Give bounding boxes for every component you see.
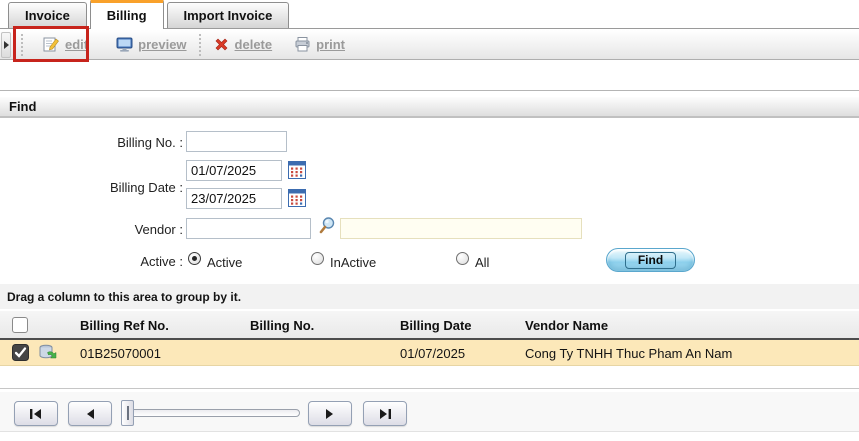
delete-button[interactable]: delete: [207, 34, 279, 55]
pager-next-button[interactable]: [308, 401, 352, 426]
grid-bottom-border: [0, 388, 859, 389]
billing-no-label: Billing No. :: [0, 135, 183, 150]
tab-invoice[interactable]: Invoice: [8, 2, 87, 28]
first-page-icon: [29, 409, 43, 419]
billing-no-input[interactable]: [186, 131, 287, 152]
column-header-billing-no[interactable]: Billing No.: [250, 318, 314, 333]
radio-all-label: All: [475, 255, 489, 270]
billing-date-to-input[interactable]: [186, 188, 282, 209]
billing-ref-no-cell: 01B25070001: [80, 346, 161, 361]
last-page-icon: [378, 409, 392, 419]
vendor-search-button[interactable]: [318, 216, 337, 235]
toolbar-grip[interactable]: [1, 32, 11, 58]
calendar-icon: [288, 189, 306, 207]
edit-button[interactable]: edit: [37, 34, 94, 55]
vendor-name-cell: Cong Ty TNHH Thuc Pham An Nam: [525, 346, 732, 361]
toolbar-separator: [21, 34, 23, 56]
column-header-billing-ref-no[interactable]: Billing Ref No.: [80, 318, 169, 333]
find-section-border: [0, 90, 859, 91]
print-button[interactable]: print: [288, 34, 351, 55]
group-by-hint: Drag a column to this area to group by i…: [7, 290, 241, 304]
delete-button-label: delete: [235, 37, 273, 52]
vendor-code-input[interactable]: [186, 218, 311, 239]
find-panel-header: Find: [0, 97, 859, 118]
tab-import-invoice[interactable]: Import Invoice: [167, 2, 290, 28]
active-label: Active :: [0, 254, 183, 269]
calendar-from-button[interactable]: [288, 161, 306, 179]
select-all-checkbox[interactable]: [12, 317, 28, 333]
toolbar-separator: [199, 34, 201, 56]
row-select-button[interactable]: [38, 343, 57, 362]
pager-last-button[interactable]: [363, 401, 407, 426]
column-header-vendor-name[interactable]: Vendor Name: [525, 318, 608, 333]
tab-billing[interactable]: Billing: [90, 0, 164, 29]
magnifier-icon: [318, 216, 337, 235]
tab-billing-label: Billing: [107, 8, 147, 23]
edit-button-label: edit: [65, 37, 88, 52]
preview-button[interactable]: preview: [110, 34, 192, 55]
find-button[interactable]: Find: [606, 248, 695, 272]
radio-inactive-label: InActive: [330, 255, 376, 270]
row-checkbox[interactable]: [12, 344, 29, 361]
radio-inactive[interactable]: [311, 252, 324, 265]
find-button-label: Find: [625, 252, 676, 269]
preview-button-label: preview: [138, 37, 186, 52]
tab-import-invoice-label: Import Invoice: [184, 8, 273, 23]
tab-strip: Invoice Billing Import Invoice: [0, 0, 859, 29]
preview-icon: [116, 36, 133, 53]
billing-date-from-input[interactable]: [186, 160, 282, 181]
pager-first-button[interactable]: [14, 401, 58, 426]
checkbox-checked-icon: [12, 344, 29, 361]
radio-all[interactable]: [456, 252, 469, 265]
pager-slider-track[interactable]: [130, 409, 300, 417]
find-panel-title: Find: [9, 99, 36, 114]
grid-header-row: Billing Ref No. Billing No. Billing Date…: [0, 311, 859, 340]
delete-icon: [213, 36, 230, 53]
pager-prev-button[interactable]: [68, 401, 112, 426]
toolbar: edit preview delete prin: [0, 30, 859, 60]
group-by-bar[interactable]: Drag a column to this area to group by i…: [0, 284, 859, 309]
calendar-icon: [288, 161, 306, 179]
vendor-label: Vendor :: [0, 222, 183, 237]
edit-icon: [43, 36, 60, 53]
billing-date-cell: 01/07/2025: [400, 346, 465, 361]
tab-invoice-label: Invoice: [25, 8, 70, 23]
calendar-to-button[interactable]: [288, 189, 306, 207]
grip-arrow-icon: [3, 41, 9, 49]
billing-page: Invoice Billing Import Invoice edit prev…: [0, 0, 859, 441]
pager-slider-handle[interactable]: [121, 400, 134, 426]
column-header-billing-date[interactable]: Billing Date: [400, 318, 472, 333]
table-row[interactable]: 01B25070001 01/07/2025 Cong Ty TNHH Thuc…: [0, 340, 859, 366]
next-page-icon: [325, 409, 335, 419]
radio-active-label: Active: [207, 255, 242, 270]
prev-page-icon: [85, 409, 95, 419]
row-select-sync-icon: [38, 343, 57, 362]
print-button-label: print: [316, 37, 345, 52]
pager: [0, 392, 859, 432]
radio-active[interactable]: [188, 252, 201, 265]
billing-date-label: Billing Date :: [0, 180, 183, 195]
print-icon: [294, 36, 311, 53]
vendor-name-input[interactable]: [340, 218, 582, 239]
